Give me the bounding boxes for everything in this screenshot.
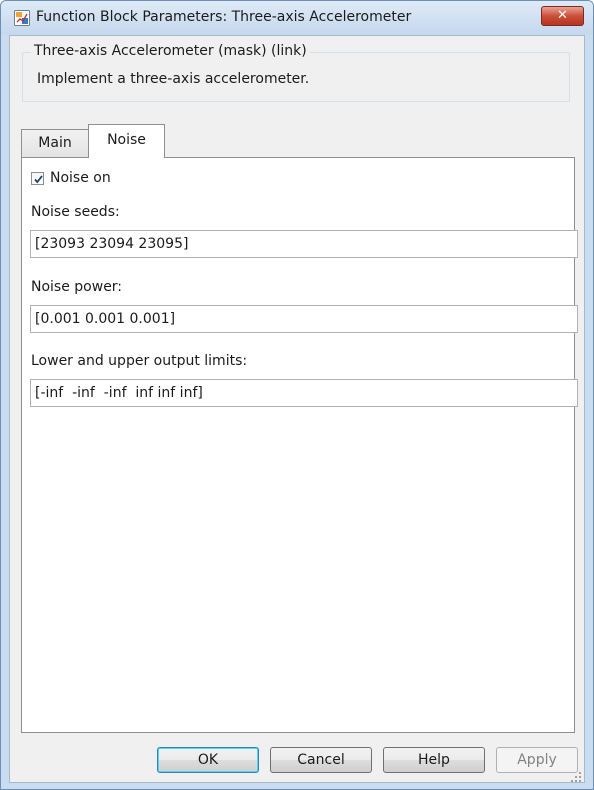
tab-main[interactable]: Main: [21, 129, 89, 157]
title-bar[interactable]: Function Block Parameters: Three-axis Ac…: [1, 1, 593, 35]
checkmark-icon: [34, 175, 43, 184]
output-limits-input[interactable]: [30, 379, 578, 407]
dialog-content: Three-axis Accelerometer (mask) (link) I…: [9, 35, 585, 783]
checkbox[interactable]: [31, 172, 44, 185]
mask-description: Implement a three-axis accelerometer.: [37, 71, 310, 87]
help-button[interactable]: Help: [383, 747, 485, 773]
cancel-button[interactable]: Cancel: [270, 747, 372, 773]
close-button[interactable]: ✕: [541, 6, 584, 26]
window-title: Function Block Parameters: Three-axis Ac…: [36, 9, 412, 25]
noise-power-label: Noise power:: [31, 279, 123, 295]
noise-seeds-input[interactable]: [30, 230, 578, 258]
ok-button[interactable]: OK: [157, 747, 259, 773]
mask-group-box: Three-axis Accelerometer (mask) (link) I…: [22, 43, 570, 102]
noise-tab-panel: Noise on Noise seeds: Noise power: Lower…: [21, 157, 578, 733]
dialog-window: Function Block Parameters: Three-axis Ac…: [0, 0, 594, 790]
apply-button: Apply: [496, 747, 578, 773]
close-icon: ✕: [557, 8, 568, 23]
noise-on-label: Noise on: [50, 170, 111, 186]
resize-grip-icon[interactable]: [570, 768, 582, 782]
tab-noise[interactable]: Noise: [88, 124, 165, 158]
mask-group-title: Three-axis Accelerometer (mask) (link): [31, 43, 310, 59]
simulink-block-icon: [14, 10, 30, 26]
noise-seeds-label: Noise seeds:: [31, 204, 120, 220]
noise-power-input[interactable]: [30, 305, 578, 333]
output-limits-label: Lower and upper output limits:: [31, 353, 248, 369]
